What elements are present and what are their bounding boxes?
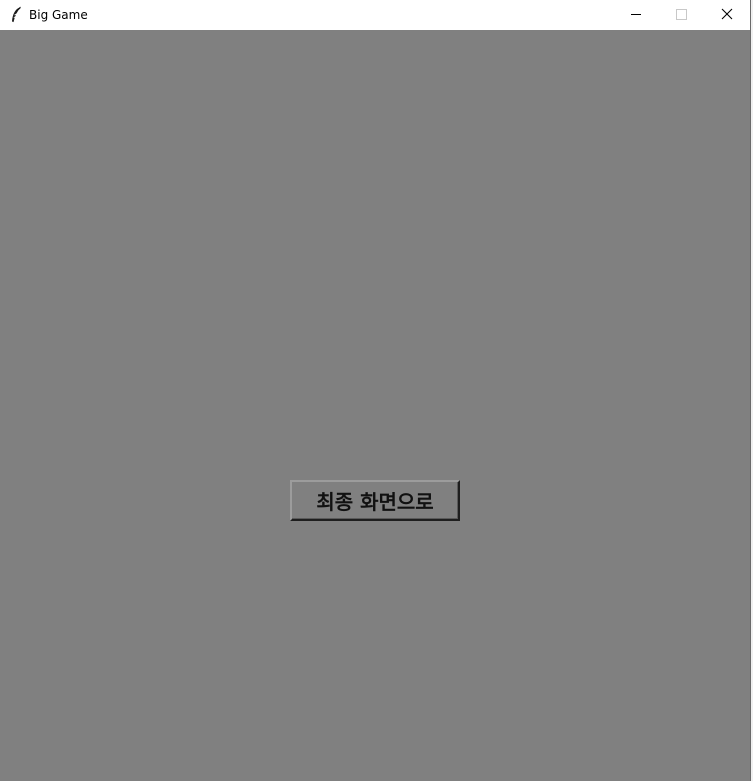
final-screen-button[interactable]: 최종 화면으로 <box>290 480 460 521</box>
title-bar[interactable]: Big Game <box>0 0 750 30</box>
minimize-button[interactable] <box>614 0 659 30</box>
feather-icon <box>8 6 24 24</box>
game-canvas: 최종 화면으로 <box>0 30 750 781</box>
window-title: Big Game <box>29 8 88 22</box>
close-button[interactable] <box>705 0 750 30</box>
maximize-button[interactable] <box>659 0 704 30</box>
app-window: Big Game 최종 화면으로 <box>0 0 751 781</box>
